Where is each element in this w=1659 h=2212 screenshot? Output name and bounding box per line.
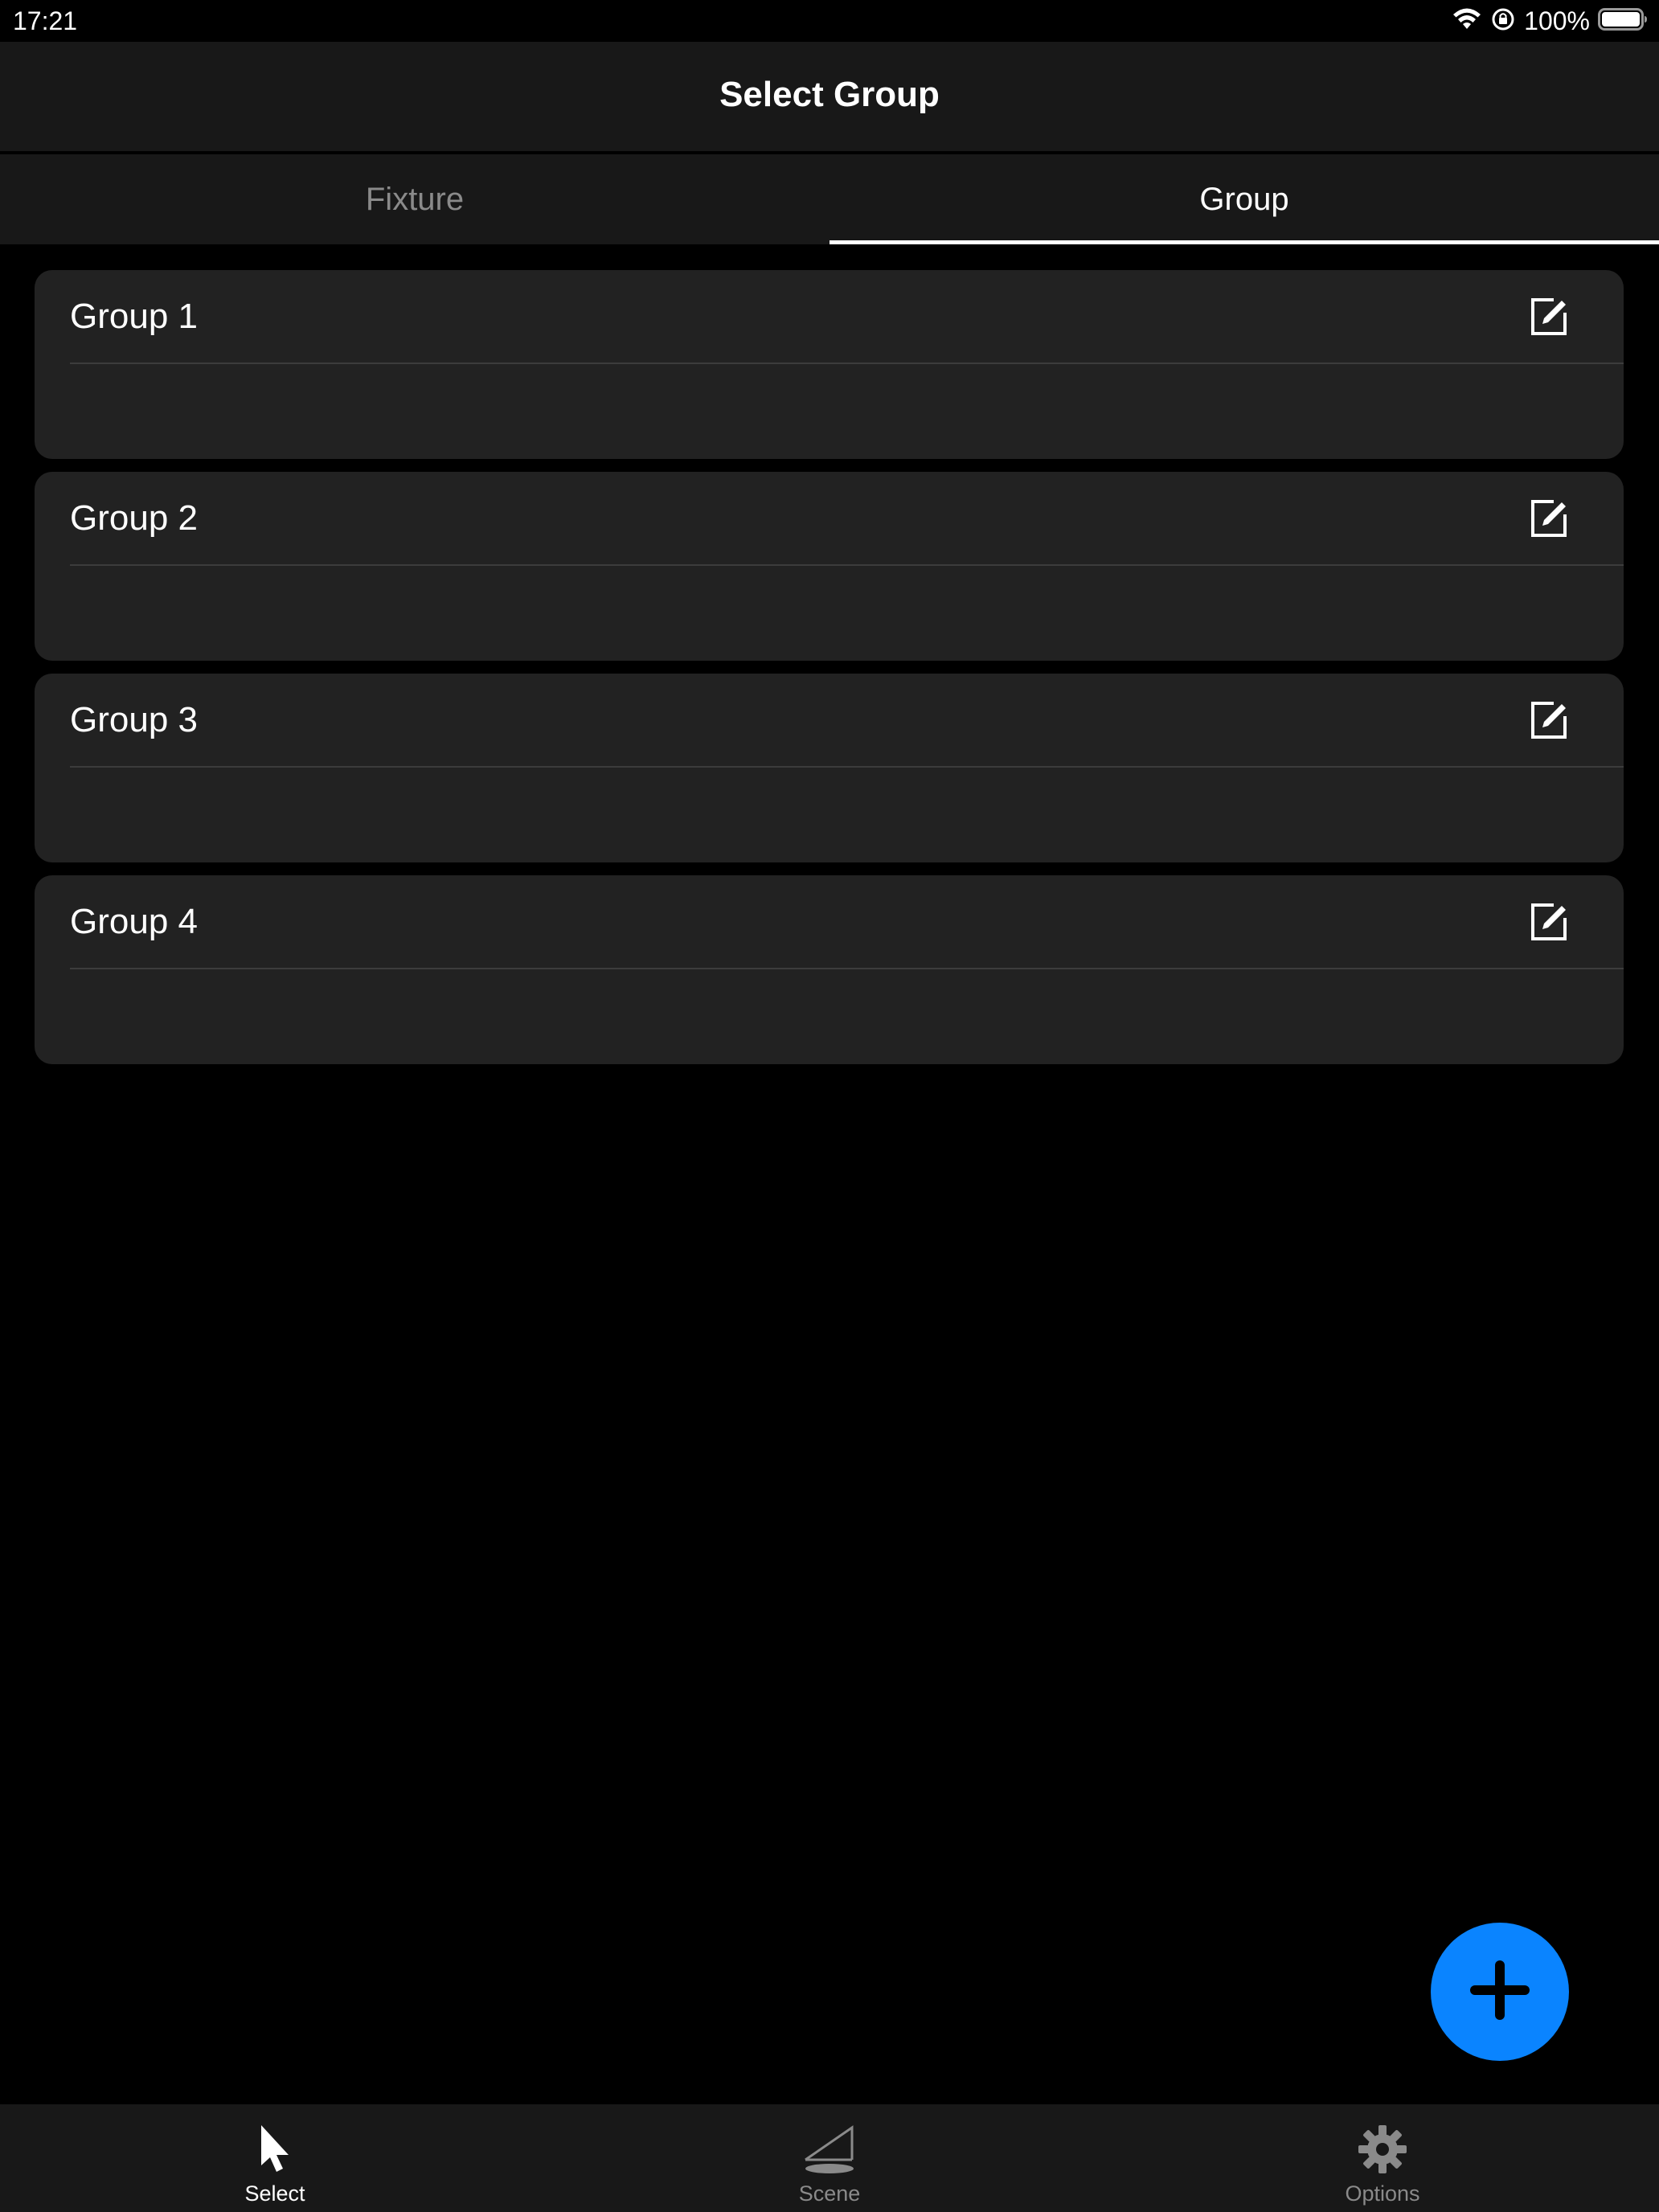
divider — [70, 766, 1624, 768]
page-title: Select Group — [719, 75, 940, 114]
divider — [70, 968, 1624, 969]
battery-icon — [1598, 7, 1648, 35]
scene-light-icon — [801, 2120, 858, 2178]
group-card[interactable]: Group 1 — [35, 270, 1624, 459]
tab-bar-label: Options — [1345, 2181, 1420, 2206]
group-card[interactable]: Group 3 — [35, 674, 1624, 862]
orientation-lock-icon — [1490, 6, 1516, 36]
group-name: Group 2 — [70, 498, 198, 538]
edit-icon[interactable] — [1527, 899, 1572, 944]
group-name: Group 1 — [70, 297, 198, 336]
divider — [70, 564, 1624, 566]
tab-group[interactable]: Group — [830, 154, 1659, 244]
edit-icon[interactable] — [1527, 294, 1572, 339]
tab-fixture[interactable]: Fixture — [0, 154, 830, 244]
edit-icon[interactable] — [1527, 496, 1572, 541]
tab-bar-label: Scene — [798, 2181, 861, 2206]
gear-icon — [1354, 2120, 1411, 2178]
edit-icon[interactable] — [1527, 698, 1572, 743]
tab-bar-item-options[interactable]: Options — [1222, 2104, 1543, 2212]
plus-icon — [1464, 1954, 1536, 2030]
tab-bar-label: Select — [244, 2181, 305, 2206]
tab-bar-item-scene[interactable]: Scene — [669, 2104, 990, 2212]
status-indicators: 100% — [1452, 3, 1648, 39]
wifi-icon — [1452, 7, 1482, 35]
group-list: Group 1 Group 2 Group 3 Group 4 — [35, 270, 1624, 1077]
status-bar: 17:21 100% — [0, 0, 1659, 42]
group-card[interactable]: Group 4 — [35, 875, 1624, 1064]
group-name: Group 4 — [70, 902, 198, 941]
status-time: 17:21 — [13, 6, 78, 35]
group-name: Group 3 — [70, 700, 198, 739]
group-card[interactable]: Group 2 — [35, 472, 1624, 661]
add-group-button[interactable] — [1431, 1923, 1569, 2061]
pointer-icon — [246, 2120, 304, 2178]
tab-bar-item-select[interactable]: Select — [114, 2104, 436, 2212]
bottom-tab-bar: Select Scene Options — [0, 2104, 1659, 2212]
segment-tabs: Fixture Group — [0, 154, 1659, 244]
navigation-bar: Select Group — [0, 42, 1659, 154]
divider — [70, 363, 1624, 364]
battery-percent: 100% — [1524, 6, 1590, 35]
